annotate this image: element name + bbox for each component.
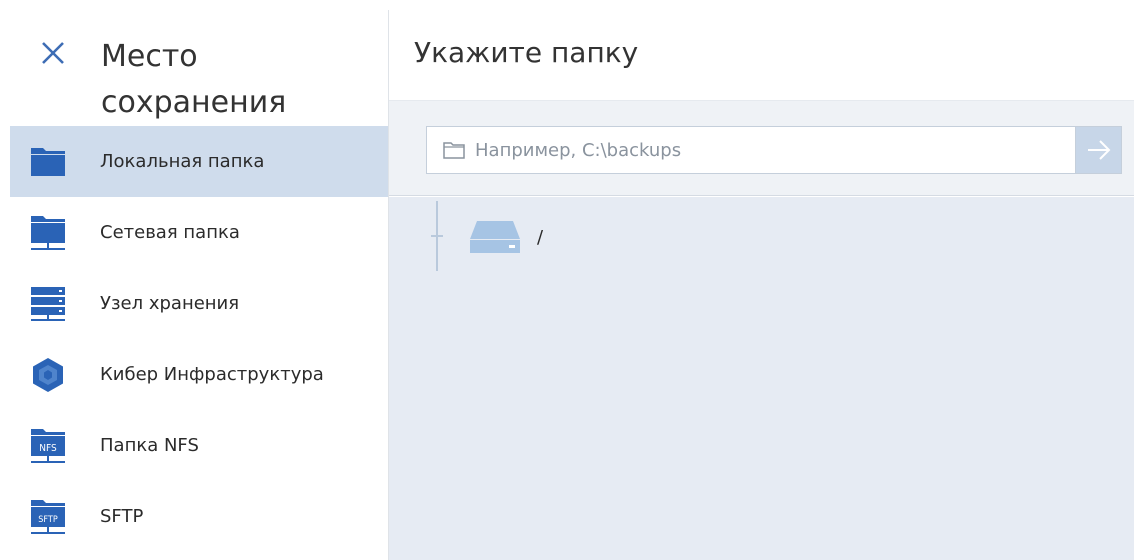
location-label: Локальная папка [100,151,265,172]
arrow-right-icon [1087,140,1110,160]
location-label: Кибер Инфраструктура [100,364,324,385]
panel-title: Место сохранения [101,39,287,120]
location-label: Папка NFS [100,435,199,456]
folder-tree: / [389,197,1134,560]
location-list: Локальная папка Сетевая папка Узел хране… [10,126,388,552]
tree-node-root[interactable]: / [469,217,543,257]
close-icon [42,42,64,64]
sftp-badge: SFTP [38,515,58,525]
path-toolbar [389,100,1134,196]
go-button[interactable] [1076,126,1122,174]
location-label: Сетевая папка [100,222,240,243]
nfs-badge: NFS [39,443,57,454]
path-input-box[interactable] [426,126,1076,174]
cyber-infrastructure-icon [30,357,66,393]
sftp-folder-icon: SFTP [30,499,66,535]
location-cyber-infrastructure[interactable]: Кибер Инфраструктура [10,339,388,410]
location-nfs-folder[interactable]: NFS Папка NFS [10,410,388,481]
close-button[interactable] [36,36,70,70]
folder-picker-panel: Укажите папку / [389,0,1134,560]
network-folder-icon [30,215,66,251]
location-network-folder[interactable]: Сетевая папка [10,197,388,268]
tree-branch [431,235,443,237]
location-label: Узел хранения [100,293,240,314]
location-local-folder[interactable]: Локальная папка [10,126,388,197]
tree-node-label: / [537,226,544,248]
location-sftp[interactable]: SFTP SFTP [10,481,388,552]
drive-icon [470,221,520,253]
path-input[interactable] [475,139,1055,161]
folder-icon [30,144,66,180]
location-storage-node[interactable]: Узел хранения [10,268,388,339]
folder-outline-icon [443,142,465,159]
nfs-folder-icon: NFS [30,428,66,464]
location-panel: Место сохранения Локальная папка Сетевая… [0,0,388,560]
page-title: Укажите папку [414,36,639,69]
storage-node-icon [30,286,66,322]
location-label: SFTP [100,506,144,527]
